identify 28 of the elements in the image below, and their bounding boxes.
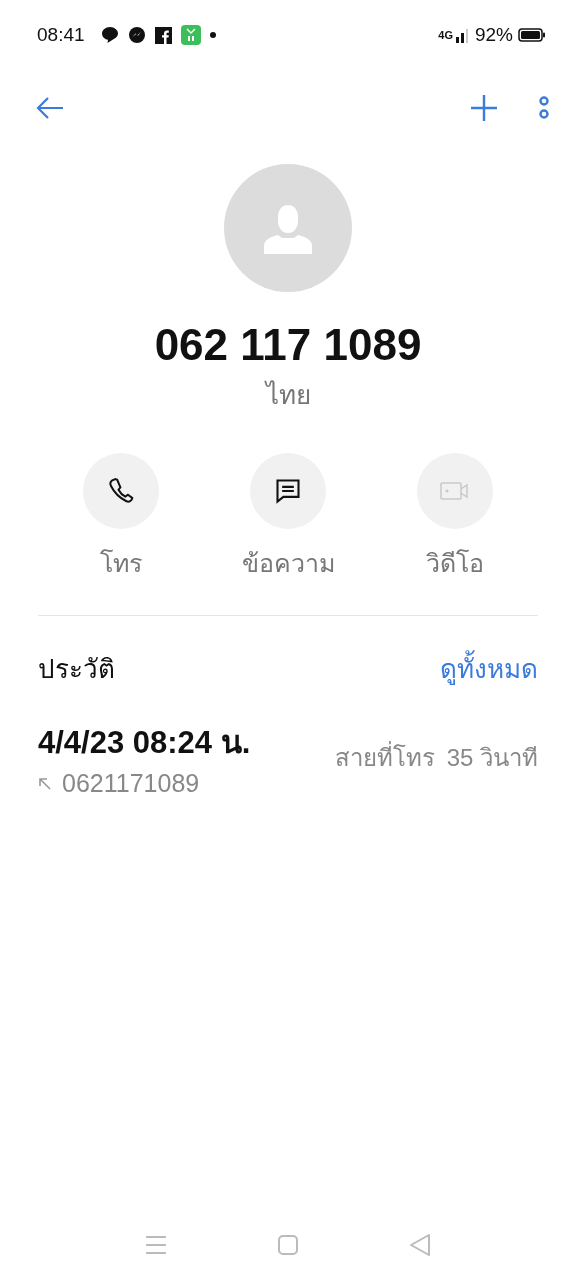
action-label: ข้อความ — [241, 548, 335, 579]
network-label: 4G — [438, 29, 453, 41]
action-label: วิดีโอ — [426, 548, 484, 579]
messenger-icon — [127, 26, 146, 44]
facebook-icon — [154, 26, 172, 44]
battery-icon — [518, 28, 546, 42]
call-duration: 35 วินาที — [446, 743, 538, 773]
signal-icon — [454, 27, 469, 43]
chat-bubble-icon — [100, 26, 119, 44]
more-options-icon[interactable] — [538, 94, 550, 121]
call-date: 4/4/23 08:24 น. — [38, 724, 251, 762]
location-label: ไทย — [263, 379, 312, 412]
back-arrow-icon[interactable] — [36, 95, 64, 120]
clock: 08:41 — [37, 24, 85, 46]
action-label: โทร — [100, 548, 142, 579]
phone-icon — [106, 476, 136, 506]
video-camera-icon — [439, 479, 471, 503]
call-type: สายที่โทร — [334, 738, 435, 777]
section-title: ประวัติ — [38, 653, 115, 686]
dot-icon — [209, 32, 216, 38]
person-silhouette-icon — [262, 202, 314, 254]
call-number: 0621171089 — [62, 769, 200, 798]
shopping-bag-icon — [180, 25, 201, 45]
add-icon[interactable] — [470, 93, 498, 122]
see-all-link[interactable]: ดูทั้งหมด — [440, 648, 538, 689]
phone-number: 062 117 1089 — [153, 320, 423, 370]
message-icon — [274, 477, 302, 505]
battery-percent: 92% — [474, 24, 513, 46]
